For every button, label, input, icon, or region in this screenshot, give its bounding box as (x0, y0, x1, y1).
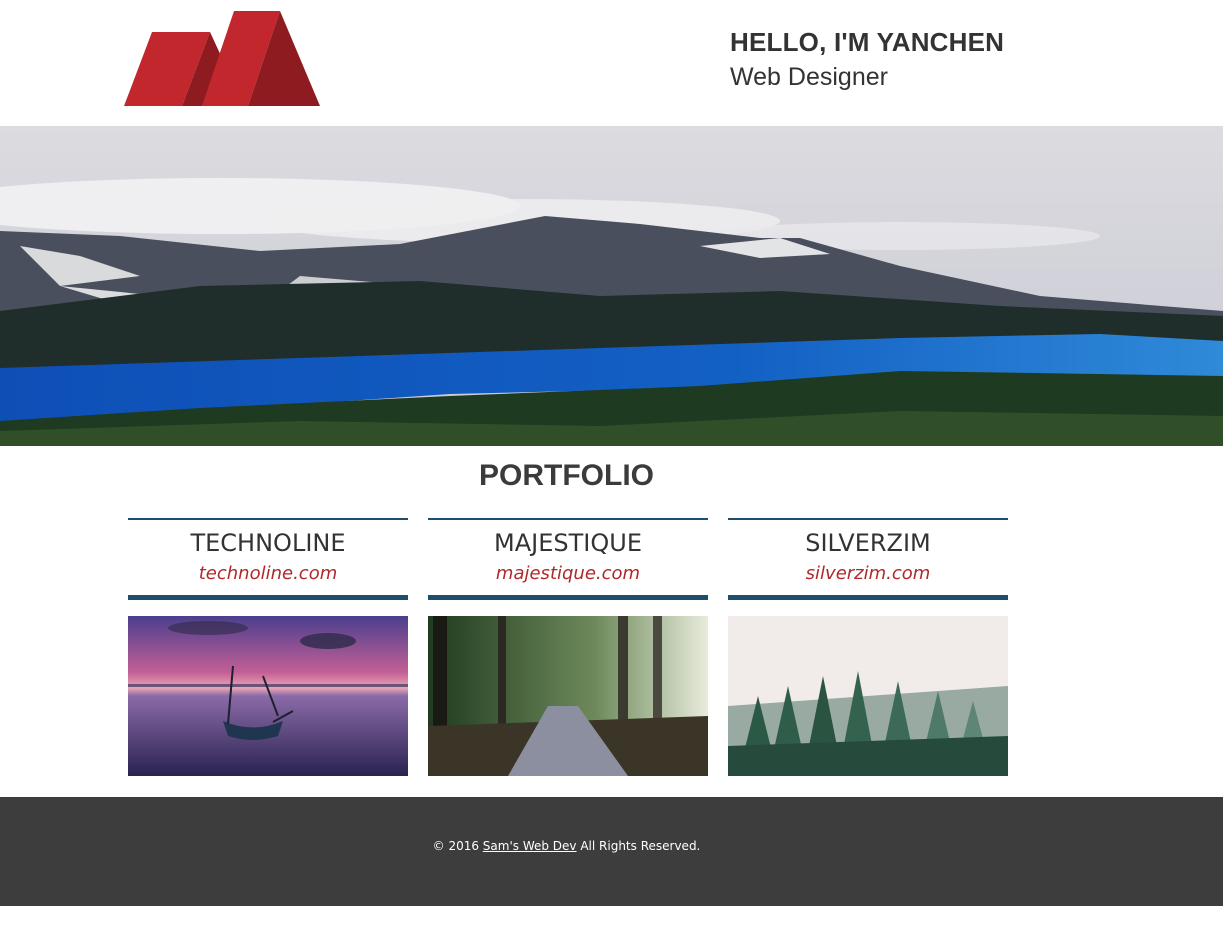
hero-landscape-image (0, 126, 1223, 446)
portfolio-card-majestique: MAJESTIQUE majestique.com (428, 518, 708, 776)
forest-road-sunlight-icon[interactable] (428, 616, 708, 776)
portfolio-card-silverzim: SILVERZIM silverzim.com (728, 518, 1008, 776)
project-link[interactable]: silverzim.com (728, 561, 1008, 587)
project-name: MAJESTIQUE (494, 529, 642, 557)
copyright-prefix: © 2016 (432, 839, 483, 853)
misty-pine-forest-icon[interactable] (728, 616, 1008, 776)
project-name: TECHNOLINE (190, 529, 346, 557)
card-bottom-divider (128, 595, 408, 600)
card-top-divider (728, 518, 1008, 520)
copyright-text: © 2016 Sam's Web Dev All Rights Reserved… (0, 838, 1133, 854)
site-header: HELLO, I'M YANCHEN Web Designer (0, 0, 1223, 126)
greeting-heading: HELLO, I'M YANCHEN (730, 27, 1005, 57)
role-subtitle: Web Designer (730, 63, 888, 91)
portfolio-card-technoline: TECHNOLINE technoline.com (128, 518, 408, 776)
card-bottom-divider (728, 595, 1008, 600)
project-link[interactable]: technoline.com (128, 561, 408, 587)
card-bottom-divider (428, 595, 708, 600)
project-link[interactable]: majestique.com (428, 561, 708, 587)
card-top-divider (428, 518, 708, 520)
project-name: SILVERZIM (805, 529, 931, 557)
intro-block: HELLO, I'M YANCHEN Web Designer (730, 26, 1004, 94)
mountain-m-logo-icon[interactable] (122, 10, 322, 108)
portfolio-title: PORTFOLIO (479, 459, 654, 492)
site-footer: © 2016 Sam's Web Dev All Rights Reserved… (0, 797, 1223, 906)
copyright-suffix: All Rights Reserved. (576, 839, 701, 853)
card-top-divider (128, 518, 408, 520)
boat-sunset-lake-icon[interactable] (128, 616, 408, 776)
company-link[interactable]: Sam's Web Dev (483, 839, 577, 853)
